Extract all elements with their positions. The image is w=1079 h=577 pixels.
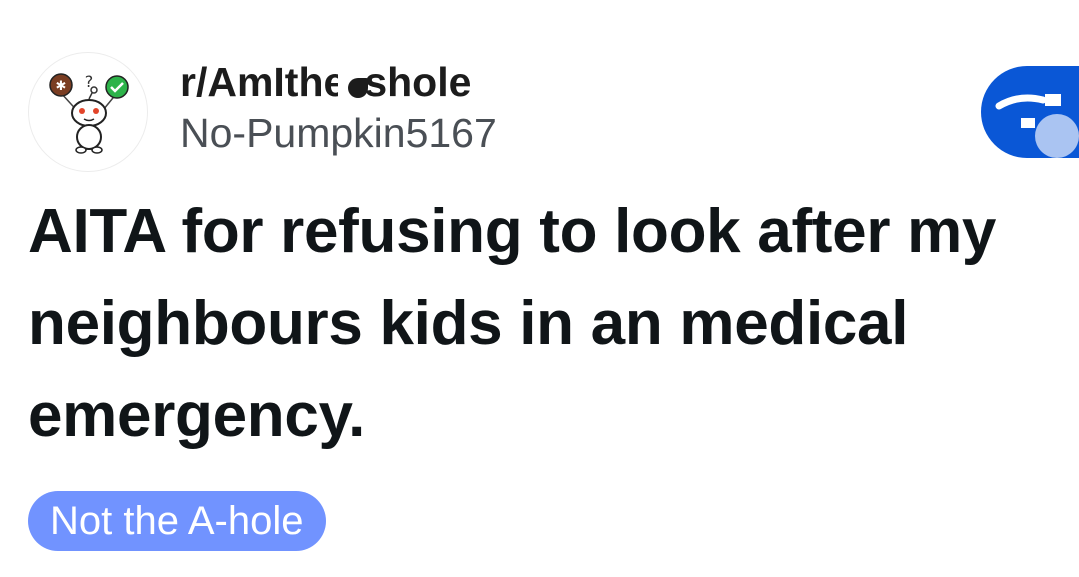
subreddit-name[interactable]: r/AmIthe shole [180,56,497,108]
post-meta: r/AmIthe shole No-Pumpkin5167 [180,56,497,158]
join-button[interactable] [981,66,1079,158]
post-title[interactable]: AITA for refusing to look after my neigh… [28,186,1068,462]
subreddit-prefix: r/AmIthe [180,59,347,105]
snoo-avatar-icon: ✱ ? [49,72,129,154]
subreddit-suffix: shole [364,59,472,105]
svg-text:✱: ✱ [56,79,67,94]
subreddit-avatar[interactable]: ✱ ? [28,52,148,172]
post-header: ✱ ? r/AmIthe shole No-Pumpkin5167 [28,52,1079,172]
post-flair[interactable]: Not the A-hole [28,491,326,551]
post-author[interactable]: No-Pumpkin5167 [180,108,497,158]
join-button-icon [995,94,1079,158]
